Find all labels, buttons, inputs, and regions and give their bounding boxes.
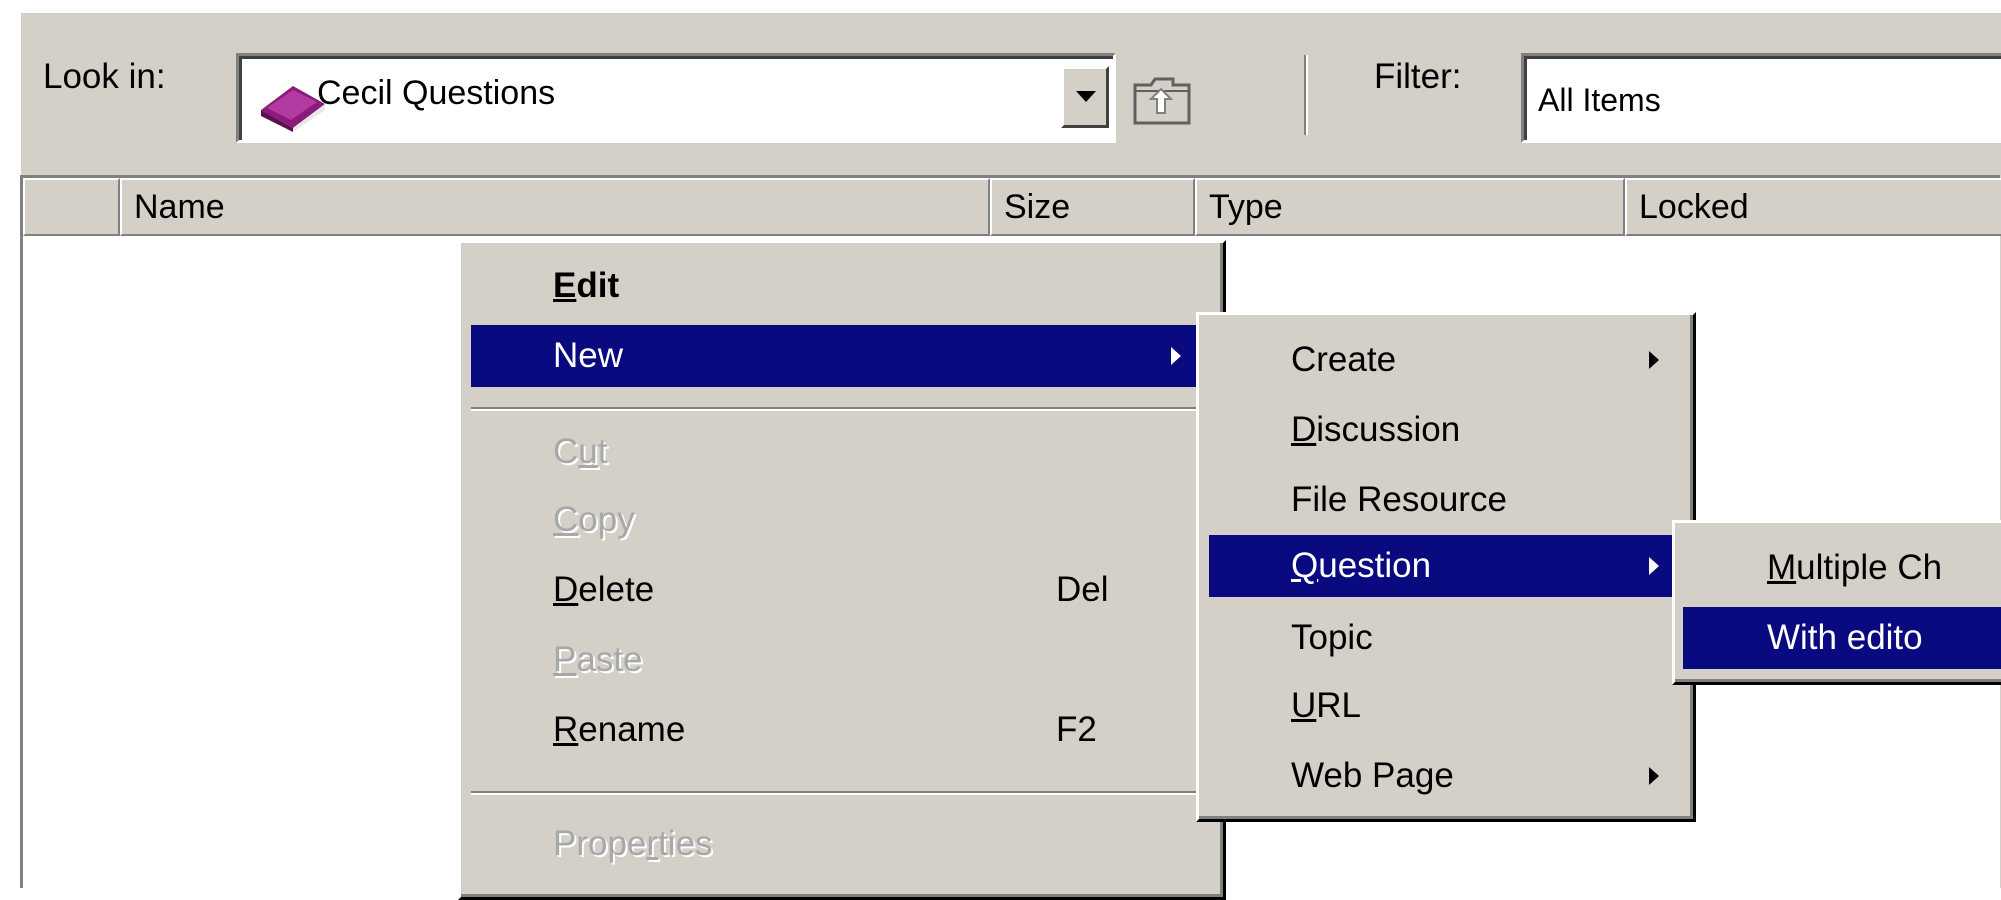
- rename-shortcut: F2: [1056, 710, 1097, 749]
- submenu-item-discussion[interactable]: Discussion: [1209, 399, 1679, 461]
- delete-shortcut: Del: [1056, 570, 1109, 609]
- submenu-item-web-page[interactable]: Web Page: [1209, 745, 1679, 807]
- submenu-arrow-icon: [1649, 767, 1659, 785]
- column-header-type[interactable]: Type: [1195, 178, 1625, 236]
- menu-separator: [471, 791, 1211, 795]
- filter-value: All Items: [1538, 82, 1661, 118]
- submenu-arrow-icon: [1649, 557, 1659, 575]
- menu-item-edit[interactable]: Edit: [471, 255, 1211, 317]
- menu-item-rename[interactable]: Rename F2: [471, 699, 1211, 761]
- column-header-name[interactable]: Name: [120, 178, 990, 236]
- column-header-locked[interactable]: Locked: [1625, 178, 2001, 236]
- column-header-blank: [23, 178, 120, 236]
- menu-item-new[interactable]: New: [471, 325, 1211, 387]
- menu-item-cut: Cut: [553, 432, 608, 471]
- look-in-label: Look in:: [43, 57, 166, 96]
- menu-item-copy: Copy: [553, 500, 635, 539]
- toolbar-separator: [1304, 55, 1308, 135]
- filter-dropdown[interactable]: All Items: [1521, 53, 2001, 143]
- submenu-item-create[interactable]: Create: [1209, 329, 1679, 391]
- menu-separator: [471, 407, 1211, 411]
- menu-item-properties: Properties: [553, 824, 713, 863]
- question-submenu: Multiple Ch With edito: [1672, 520, 2001, 685]
- look-in-value: Cecil Questions: [317, 74, 556, 112]
- folder-up-icon: [1133, 77, 1191, 125]
- up-one-level-button[interactable]: [1131, 73, 1193, 127]
- column-header-size[interactable]: Size: [990, 178, 1195, 236]
- submenu-item-url[interactable]: URL: [1209, 675, 1679, 737]
- menu-item-delete[interactable]: Delete Del: [471, 559, 1211, 621]
- submenu-arrow-icon: [1171, 347, 1181, 365]
- look-in-dropdown[interactable]: Cecil Questions: [236, 53, 1116, 143]
- submenu-item-multiple-choice[interactable]: Multiple Ch: [1683, 537, 2001, 599]
- submenu-arrow-icon: [1649, 351, 1659, 369]
- context-menu: Edit New Cut Copy Delete Del Paste Renam…: [458, 240, 1226, 900]
- submenu-item-file-resource[interactable]: File Resource: [1209, 469, 1679, 531]
- submenu-item-with-editor[interactable]: With edito: [1683, 607, 2001, 669]
- chevron-down-icon: [1076, 91, 1096, 102]
- submenu-item-question[interactable]: Question: [1209, 535, 1679, 597]
- menu-item-paste: Paste: [553, 640, 643, 679]
- look-in-dropdown-button[interactable]: [1061, 66, 1109, 128]
- new-submenu: Create Discussion File Resource Question…: [1196, 312, 1696, 822]
- filter-label: Filter:: [1374, 57, 1462, 96]
- submenu-item-topic[interactable]: Topic: [1209, 607, 1679, 669]
